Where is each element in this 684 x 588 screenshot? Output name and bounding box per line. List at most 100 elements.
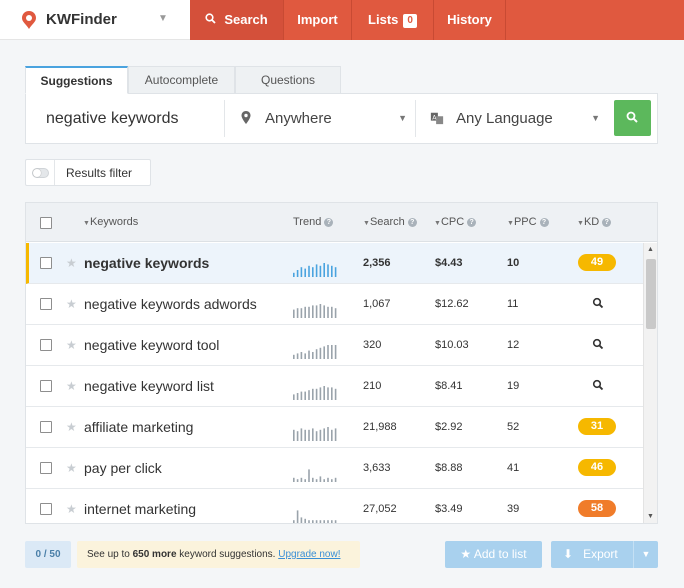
trend-bar <box>300 517 303 523</box>
trend-bar <box>323 305 325 318</box>
table-row[interactable]: ★ negative keyword list 210 $8.41 19 <box>26 366 643 407</box>
top-bar: KWFinder ▼ Search Import Lists 0 History <box>0 0 684 40</box>
trend-sparkline <box>293 304 337 318</box>
trend-bar <box>319 265 322 277</box>
trend-bar <box>315 520 318 523</box>
row-checkbox[interactable] <box>40 462 52 474</box>
trend-bar <box>323 428 325 441</box>
table-header: ▼Keywords Trend? ▼Search? ▼CPC? ▼PPC? ▼K… <box>26 203 657 242</box>
nav-lists[interactable]: Lists 0 <box>352 0 434 40</box>
trend-bar <box>296 479 299 482</box>
search-volume: 3,633 <box>363 462 391 474</box>
export-label: Export <box>583 547 618 561</box>
trend-bar <box>312 477 314 482</box>
scrollbar-thumb[interactable] <box>646 259 656 329</box>
trend-bar <box>300 352 303 359</box>
star-icon[interactable]: ★ <box>66 338 77 352</box>
help-icon[interactable]: ? <box>324 218 334 227</box>
search-submit-button[interactable] <box>614 100 651 136</box>
tab-suggestions[interactable]: Suggestions <box>25 66 128 94</box>
column-header-ppc[interactable]: ▼PPC? <box>507 216 549 228</box>
nav-import[interactable]: Import <box>284 0 352 40</box>
table-row[interactable]: ★ pay per click 3,633 $8.88 41 46 <box>26 448 643 489</box>
star-icon[interactable]: ★ <box>66 379 77 393</box>
keyword-text[interactable]: affiliate marketing <box>84 419 193 435</box>
star-icon[interactable]: ★ <box>66 420 77 434</box>
trend-bar <box>315 388 318 400</box>
search-icon[interactable] <box>592 338 604 350</box>
ppc-value: 52 <box>507 421 520 433</box>
ppc-value: 10 <box>507 257 520 269</box>
keyword-text[interactable]: negative keyword tool <box>84 337 219 353</box>
scroll-up-icon[interactable]: ▲ <box>647 246 654 253</box>
tab-autocomplete[interactable]: Autocomplete <box>128 66 235 94</box>
column-header-search[interactable]: ▼Search? <box>363 216 417 228</box>
table-row[interactable]: ★ affiliate marketing 21,988 $2.92 52 31 <box>26 407 643 448</box>
trend-bar <box>319 429 322 441</box>
select-all-checkbox[interactable] <box>40 217 52 229</box>
column-header-cpc[interactable]: ▼CPC? <box>434 216 477 228</box>
ppc-value: 19 <box>507 380 520 392</box>
keyword-text[interactable]: negative keyword list <box>84 378 214 394</box>
keyword-text[interactable]: internet marketing <box>84 501 196 517</box>
column-header-trend[interactable]: Trend? <box>293 216 334 228</box>
trend-bar <box>312 520 314 523</box>
table-row[interactable]: ★ negative keywords adwords 1,067 $12.62 11 <box>26 284 643 325</box>
brand-switcher[interactable]: KWFinder ▼ <box>0 0 190 40</box>
trend-bar <box>300 267 303 277</box>
trend-bar <box>300 477 303 482</box>
table-row[interactable]: ★ internet marketing 27,052 $3.49 39 58 <box>26 489 643 523</box>
nav-search-label: Search <box>224 12 268 27</box>
row-checkbox[interactable] <box>40 421 52 433</box>
tab-questions[interactable]: Questions <box>235 66 341 94</box>
help-icon[interactable]: ? <box>602 218 612 227</box>
add-to-list-label: Add to list <box>473 547 527 561</box>
scroll-down-icon[interactable]: ▼ <box>647 513 654 520</box>
sort-caret-icon: ▼ <box>434 220 441 227</box>
row-checkbox[interactable] <box>40 339 52 351</box>
star-icon[interactable]: ★ <box>66 461 77 475</box>
export-dropdown-toggle[interactable]: ▼ <box>633 541 658 568</box>
star-icon[interactable]: ★ <box>66 256 77 270</box>
trend-bar <box>327 477 329 482</box>
table-row[interactable]: ★ negative keywords 2,356 $4.43 10 49 <box>26 243 643 284</box>
help-icon[interactable]: ? <box>467 218 477 227</box>
add-to-list-button[interactable]: ★ Add to list <box>445 541 542 568</box>
table-scrollbar[interactable]: ▲ ▼ <box>643 243 657 523</box>
keyword-input[interactable] <box>26 94 224 143</box>
help-icon[interactable]: ? <box>407 218 417 227</box>
trend-bar <box>319 347 322 359</box>
row-checkbox[interactable] <box>40 257 52 269</box>
ppc-value: 11 <box>507 298 519 310</box>
table-row[interactable]: ★ negative keyword tool 320 $10.03 12 <box>26 325 643 366</box>
language-select[interactable]: A Any Language ▼ <box>416 94 608 143</box>
search-icon[interactable] <box>592 379 604 391</box>
nav-history[interactable]: History <box>434 0 506 40</box>
star-icon[interactable]: ★ <box>66 297 77 311</box>
trend-bar <box>304 391 306 400</box>
filter-toggle[interactable] <box>32 168 49 178</box>
export-main[interactable]: ⬇ Export <box>563 541 618 568</box>
row-checkbox[interactable] <box>40 298 52 310</box>
column-header-keywords[interactable]: ▼Keywords <box>83 216 138 228</box>
keyword-text[interactable]: negative keywords <box>84 255 209 271</box>
help-icon[interactable]: ? <box>539 218 549 227</box>
row-checkbox[interactable] <box>40 380 52 392</box>
row-checkbox[interactable] <box>40 503 52 515</box>
export-button[interactable]: ⬇ Export ▼ <box>551 541 658 568</box>
trend-bar <box>319 520 322 523</box>
trend-bar <box>312 352 314 359</box>
column-header-kd[interactable]: ▼KD? <box>577 216 612 228</box>
search-icon[interactable] <box>592 297 604 309</box>
upgrade-link[interactable]: Upgrade now! <box>278 549 340 560</box>
results-filter-button[interactable]: Results filter <box>25 159 151 186</box>
trend-bar <box>308 265 310 277</box>
keyword-text[interactable]: pay per click <box>84 460 162 476</box>
trend-sparkline <box>293 427 337 441</box>
cpc-value: $12.62 <box>435 298 469 310</box>
nav-search[interactable]: Search <box>190 0 284 40</box>
keyword-text[interactable]: negative keywords adwords <box>84 296 257 312</box>
location-select[interactable]: Anywhere ▼ <box>225 94 415 143</box>
trend-bar <box>312 428 314 441</box>
star-icon[interactable]: ★ <box>66 502 77 516</box>
